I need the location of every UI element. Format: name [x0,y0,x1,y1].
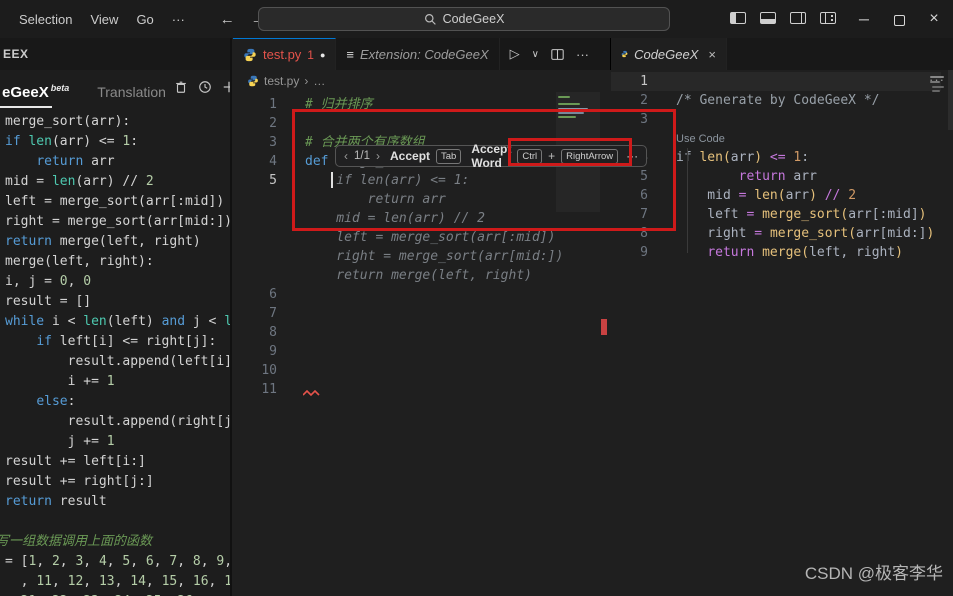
tab-extension-codegeex[interactable]: ≡ Extension: CodeGeeX [336,38,500,70]
codegeex-sidebar: EEX eGeeX beta Translation merge_sort(arr… [0,38,232,596]
line-numbers: 12345 6 7 8 9 10 11 [261,97,277,397]
editor-tabstrip-right: CodeGeeX × [610,38,953,70]
error-squiggle [303,390,320,396]
modified-dot-icon[interactable]: ● [320,50,325,60]
menu-selection[interactable]: Selection [10,8,81,31]
run-dropdown-chevron-icon[interactable]: ∨ [532,49,539,60]
menu-go[interactable]: Go [127,8,162,31]
nav-back-icon[interactable]: ← [212,9,243,30]
sidebar-generated-code[interactable]: merge_sort(arr): if len(arr) <= 1: return… [0,112,230,596]
toggle-secondary-sidebar-icon[interactable] [790,12,806,24]
menu-view[interactable]: View [81,8,127,31]
editor-more-actions-icon[interactable]: ··· [576,47,589,62]
window-restore-button[interactable] [893,11,909,26]
problems-badge: 1 [307,47,314,62]
sidebar-tab-codegeex[interactable]: eGeeX beta [2,83,69,101]
customize-layout-icon[interactable] [820,12,836,24]
editor-scrollbar[interactable] [948,70,953,130]
window-minimize-button[interactable]: ─ [851,11,877,27]
plus-icon[interactable] [222,80,232,94]
split-editor-icon[interactable] [551,48,564,61]
tab-codegeex-preview[interactable]: CodeGeeX × [611,38,727,70]
annotation-rect-small [508,138,632,166]
generated-code: /* Generate by CodeGeeX */ Use Code if le… [676,93,935,260]
breadcrumb-separator: › [304,74,309,88]
sidebar-tab-translation[interactable]: Translation [97,84,166,100]
toggle-primary-sidebar-icon[interactable] [730,12,746,24]
indent-guide [687,148,688,253]
search-text: CodeGeeX [442,12,505,26]
editor-more-actions-icon[interactable]: ··· [929,72,945,87]
breadcrumb-more[interactable]: … [313,74,325,88]
menu-more[interactable]: ··· [163,8,194,31]
python-icon [621,50,628,58]
tab-label: CodeGeeX [634,46,699,62]
tab-label: Extension: CodeGeeX [360,46,489,62]
tab-test-py[interactable]: test.py 1 ● [233,38,337,70]
sidebar-panel-title: EEX [0,38,230,70]
window-close-button[interactable]: × [921,10,947,28]
trash-icon[interactable] [174,80,188,94]
python-icon [248,75,258,87]
run-python-file-icon[interactable]: ▷ [510,46,520,62]
breadcrumb[interactable]: test.py › … [233,70,610,92]
watermark: CSDN @极客李华 [804,564,943,583]
tab-close-icon[interactable]: × [708,47,716,62]
python-icon [244,48,256,61]
beta-badge: beta [50,83,70,93]
toggle-panel-icon[interactable] [760,12,776,24]
active-tab-underline [0,106,52,108]
tab-label: test.py [263,47,302,62]
history-clock-icon[interactable] [198,80,212,94]
editor-tabstrip-middle: test.py 1 ● ≡ Extension: CodeGeeX ▷ ∨ ··… [233,38,610,70]
annotation-rect-large [292,109,676,231]
breadcrumb-file[interactable]: test.py [264,74,299,88]
search-icon [424,13,436,25]
command-center-search[interactable]: CodeGeeX [258,7,670,31]
list-icon: ≡ [346,46,355,62]
